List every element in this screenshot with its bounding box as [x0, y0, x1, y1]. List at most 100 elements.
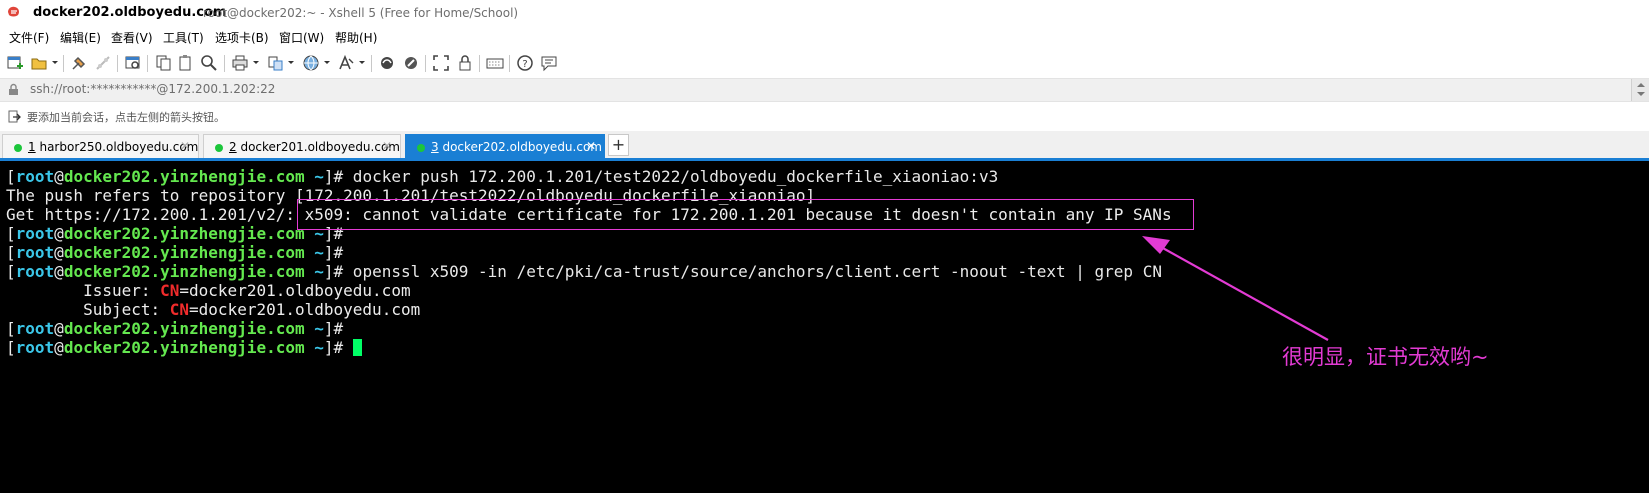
tab-label: 1 harbor250.oldboyedu.com: [28, 140, 199, 154]
terminal-line: [root@docker202.yinzhengjie.com ~]#: [6, 243, 343, 262]
print-icon[interactable]: [231, 54, 249, 72]
open-dropdown-arrow-icon[interactable]: [52, 61, 58, 64]
connected-status-icon: [417, 144, 425, 152]
transfer-icon[interactable]: [266, 54, 284, 72]
prompt-bracket: [: [6, 262, 16, 281]
menu-help[interactable]: 帮助(H): [335, 29, 377, 46]
prompt-host: docker202.yinzhengjie.com: [63, 338, 305, 357]
terminal-line: [root@docker202.yinzhengjie.com ~]# open…: [6, 262, 1162, 281]
tab-harbor250[interactable]: 1 harbor250.oldboyedu.com ✕: [2, 134, 199, 159]
xftp-icon[interactable]: [378, 54, 396, 72]
prompt-bracket: [: [6, 167, 16, 186]
prompt-at: @: [54, 319, 64, 338]
cn-match: CN: [169, 300, 190, 319]
close-icon[interactable]: ✕: [382, 139, 392, 153]
toolbar-separator: [509, 55, 510, 72]
address-scroll[interactable]: [1631, 79, 1649, 101]
terminal-line: Subject: CN=docker201.oldboyedu.com: [6, 300, 420, 319]
address-lock-icon: [9, 83, 18, 95]
prompt-host: docker202.yinzhengjie.com: [63, 262, 305, 281]
prompt-at: @: [54, 338, 64, 357]
close-icon[interactable]: ✕: [180, 139, 190, 153]
menu-edit[interactable]: 编辑(E): [60, 29, 101, 46]
address-bar[interactable]: ssh://root:***********@172.200.1.202:22: [0, 78, 1649, 102]
font-dropdown-arrow-icon[interactable]: [359, 61, 365, 64]
connected-status-icon: [215, 144, 223, 152]
connect-icon[interactable]: [70, 54, 88, 72]
cert-field-value: =docker201.oldboyedu.com: [179, 281, 411, 300]
keyboard-icon[interactable]: [486, 54, 504, 72]
annotation-arrow: [1142, 236, 1329, 341]
prompt-host: docker202.yinzhengjie.com: [63, 319, 305, 338]
find-icon[interactable]: [200, 54, 218, 72]
cn-match: CN: [160, 281, 180, 300]
open-folder-icon[interactable]: [30, 54, 48, 72]
prompt-bracket: ]#: [323, 338, 344, 357]
globe-dropdown-arrow-icon[interactable]: [324, 61, 330, 64]
menu-window[interactable]: 窗口(W): [279, 29, 324, 46]
prompt-path: ~: [304, 319, 324, 338]
prompt-at: @: [54, 243, 64, 262]
prompt-user: root: [15, 243, 55, 262]
copy-icon[interactable]: [154, 54, 172, 72]
prompt-path: ~: [304, 243, 324, 262]
command-text: openssl x509 -in /etc/pki/ca-trust/sourc…: [343, 262, 1162, 281]
menu-tabs[interactable]: 选项卡(B): [215, 29, 269, 46]
prompt-bracket: ]#: [323, 243, 344, 262]
lock-icon[interactable]: [456, 54, 474, 72]
menu-view[interactable]: 查看(V): [111, 29, 153, 46]
scroll-up-icon[interactable]: [1637, 83, 1645, 87]
menu-tools[interactable]: 工具(T): [163, 29, 204, 46]
prompt-path: ~: [304, 262, 324, 281]
prompt-user: root: [15, 262, 55, 281]
disconnect-icon[interactable]: [94, 54, 112, 72]
prompt-bracket: [: [6, 243, 16, 262]
terminal-line: [root@docker202.yinzhengjie.com ~]#: [6, 319, 343, 338]
add-session-arrow-icon[interactable]: [8, 110, 21, 123]
command-text: [343, 338, 353, 357]
new-session-icon[interactable]: [6, 54, 24, 72]
tab-docker202[interactable]: 3 docker202.oldboyedu.com ✕: [405, 134, 605, 159]
tab-label: 2 docker201.oldboyedu.com: [229, 140, 400, 154]
error-highlight-box: [297, 199, 1194, 230]
svg-text:?: ?: [522, 59, 527, 70]
address-text[interactable]: ssh://root:***********@172.200.1.202:22: [30, 82, 275, 96]
font-icon[interactable]: [337, 54, 355, 72]
terminal-cursor: [352, 339, 362, 356]
tab-bar: 1 harbor250.oldboyedu.com ✕ 2 docker201.…: [0, 131, 1649, 159]
close-icon[interactable]: ✕: [586, 139, 596, 153]
prompt-bracket: [: [6, 319, 16, 338]
menu-bar: 文件(F) 编辑(E) 查看(V) 工具(T) 选项卡(B) 窗口(W) 帮助(…: [0, 26, 1649, 46]
paste-icon[interactable]: [177, 54, 195, 72]
toolbar-separator: [425, 55, 426, 72]
add-tab-button[interactable]: +: [608, 134, 629, 156]
xmanager-icon[interactable]: [402, 54, 420, 72]
prompt-path: ~: [304, 338, 324, 357]
toolbar-separator: [371, 55, 372, 72]
globe-icon[interactable]: [302, 54, 320, 72]
toolbar-separator: [224, 55, 225, 72]
prompt-user: root: [15, 167, 55, 186]
terminal-line: [root@docker202.yinzhengjie.com ~]#: [6, 224, 343, 243]
annotation-text: 很明显，证书无效哟~: [1282, 345, 1489, 369]
prompt-host: docker202.yinzhengjie.com: [63, 224, 305, 243]
chat-icon[interactable]: [540, 54, 558, 72]
prompt-at: @: [54, 224, 64, 243]
tab-docker201[interactable]: 2 docker201.oldboyedu.com ✕: [203, 134, 401, 159]
toolbar-separator: [147, 55, 148, 72]
window-subtitle: root@docker202:~ - Xshell 5 (Free for Ho…: [203, 6, 519, 20]
scroll-down-icon[interactable]: [1637, 92, 1645, 96]
prompt-bracket: [: [6, 338, 16, 357]
menu-file[interactable]: 文件(F): [9, 29, 49, 46]
command-text: docker push 172.200.1.201/test2022/oldbo…: [343, 167, 999, 186]
prompt-user: root: [15, 224, 55, 243]
toolbar-separator: [117, 55, 118, 72]
fullscreen-icon[interactable]: [432, 54, 450, 72]
properties-icon[interactable]: [124, 54, 142, 72]
prompt-path: ~: [304, 167, 324, 186]
transfer-dropdown-arrow-icon[interactable]: [288, 61, 294, 64]
help-icon[interactable]: ?: [516, 54, 534, 72]
print-dropdown-arrow-icon[interactable]: [253, 61, 259, 64]
window-title: docker202.oldboyedu.com: [33, 5, 227, 20]
prompt-user: root: [15, 338, 55, 357]
